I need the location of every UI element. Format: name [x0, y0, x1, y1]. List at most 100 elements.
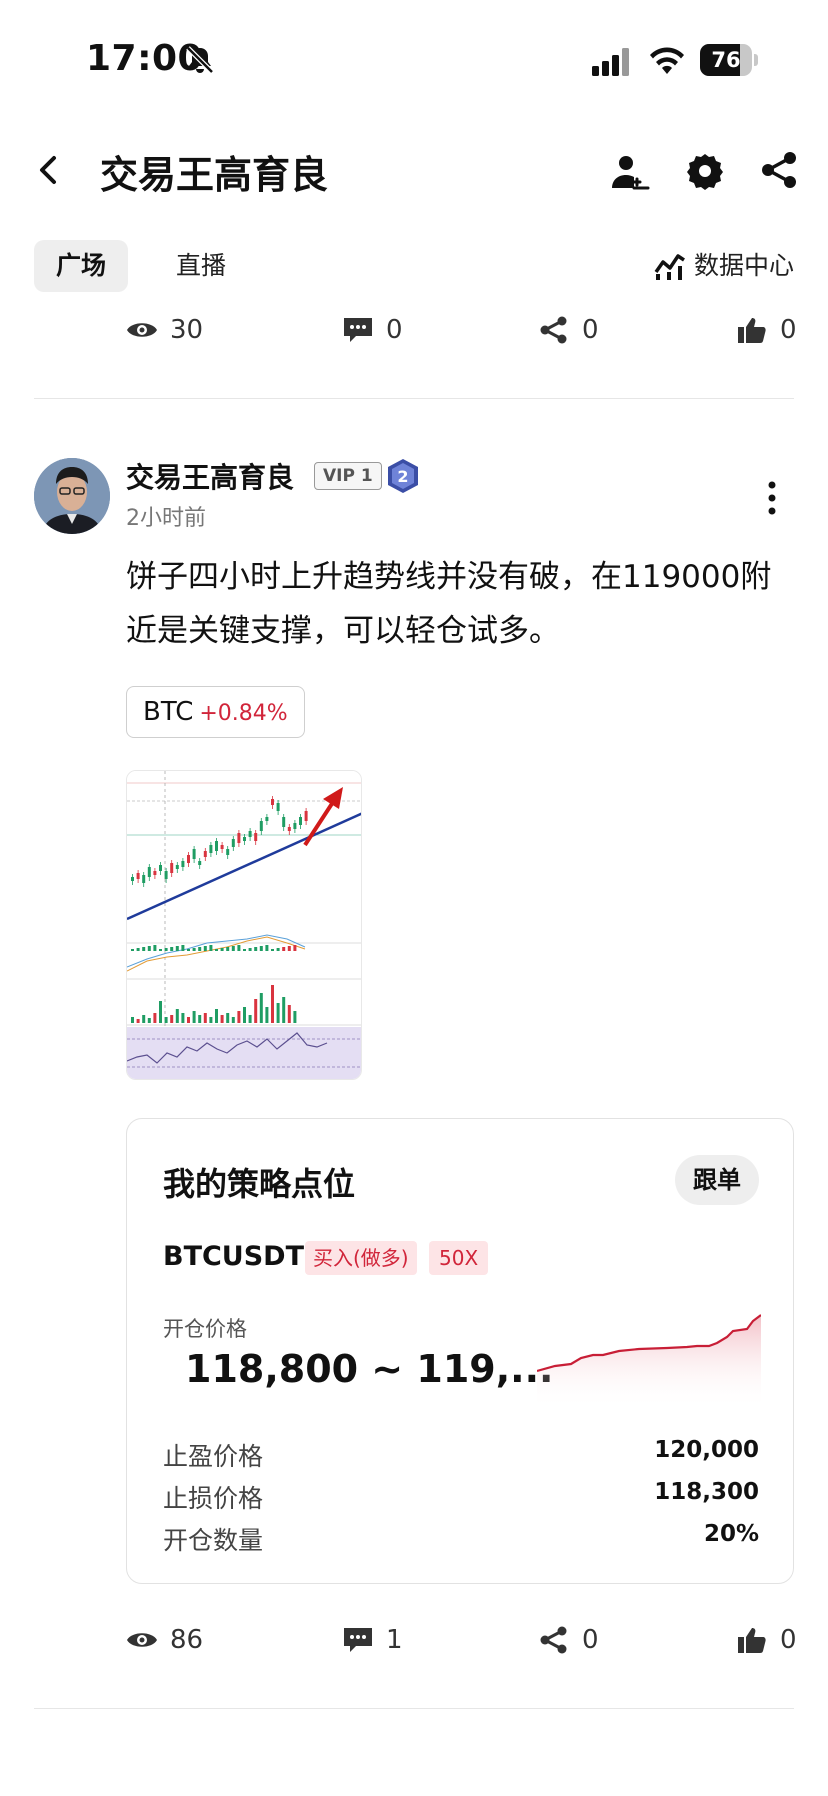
chart-image[interactable] [126, 770, 362, 1080]
volume-bar [164, 1017, 168, 1023]
like-count[interactable]: 0 [736, 1620, 797, 1660]
volume-bar [259, 993, 263, 1023]
candle-body [175, 865, 179, 869]
candle-body [147, 867, 151, 877]
macd-bar [265, 945, 269, 951]
gear-icon[interactable] [686, 152, 724, 190]
take-profit-label: 止盈价格 [163, 1442, 264, 1471]
signal-icon [592, 48, 629, 76]
data-center-link[interactable]: 数据中心 [654, 240, 794, 292]
macd-bar [226, 947, 230, 951]
candle-body [203, 851, 207, 857]
macd-bar [287, 946, 291, 951]
macd-bar [187, 949, 190, 951]
more-options-icon[interactable] [762, 478, 782, 518]
share-count-value: 0 [582, 315, 599, 345]
macd-bar [131, 949, 134, 951]
post-timestamp: 2小时前 [126, 506, 206, 531]
macd-bar [276, 948, 280, 951]
volume-bar [265, 1007, 269, 1023]
share-icon[interactable] [760, 150, 798, 190]
tab-square[interactable]: 广场 [34, 240, 129, 292]
copy-trade-button[interactable]: 跟单 [675, 1155, 759, 1205]
share-count[interactable]: 0 [538, 1620, 599, 1660]
candle-body [153, 871, 157, 875]
candlestick-chart-image [127, 771, 361, 1079]
macd-bar [136, 948, 140, 951]
macd-bar [159, 949, 162, 951]
post-stats: 86 1 0 0 [126, 1620, 797, 1660]
candle-body [136, 873, 140, 879]
macd-bar [192, 948, 196, 951]
candle-body [248, 831, 252, 837]
like-count-value: 0 [780, 1625, 797, 1655]
volume-bar [231, 1017, 235, 1023]
share-count[interactable]: 0 [538, 310, 599, 350]
candle-body [181, 861, 185, 867]
author-name[interactable]: 交易王高育良 [126, 456, 294, 496]
macd-bar [293, 945, 297, 951]
view-count-value: 86 [170, 1625, 204, 1655]
comment-count[interactable]: 1 [342, 1620, 403, 1660]
divider [34, 1708, 794, 1709]
avatar[interactable] [34, 458, 110, 534]
comment-icon [344, 1628, 372, 1652]
coin-tag[interactable]: BTC +0.84% [126, 686, 305, 738]
candle-body [192, 849, 196, 859]
volume-bar [215, 1009, 218, 1023]
macd-bar [248, 948, 252, 951]
volume-bar [248, 1015, 252, 1023]
candle-body [159, 865, 162, 871]
candle-body [220, 845, 224, 849]
volume-bar [153, 1013, 157, 1023]
stop-loss-row: 止损价格 118,300 [163, 1479, 759, 1513]
tab-bar: 广场 直播 数据中心 [34, 240, 794, 292]
candle-body [131, 877, 134, 881]
volume-bar [203, 1013, 207, 1023]
back-arrow-icon[interactable] [34, 152, 64, 188]
position-size-value: 20% [703, 1521, 759, 1547]
volume-bar [142, 1015, 146, 1023]
eye-icon [127, 323, 157, 337]
level-number: 2 [397, 467, 408, 486]
macd-bar [170, 947, 174, 951]
volume-bar [209, 1017, 213, 1023]
candle-body [243, 837, 246, 841]
position-size-label: 开仓数量 [163, 1526, 264, 1555]
tab-live[interactable]: 直播 [154, 240, 248, 292]
share-icon [540, 1626, 567, 1654]
top-nav: 交易王高育良 [0, 130, 828, 210]
volume-bar [170, 1015, 174, 1023]
macd-bar [254, 947, 258, 951]
status-bar: 17:00 76 [0, 0, 828, 120]
position-size-row: 开仓数量 20% [163, 1521, 759, 1555]
battery-indicator: 76 [700, 44, 758, 76]
volume-bar [181, 1013, 185, 1023]
like-count-value: 0 [780, 315, 797, 345]
macd-bar [209, 945, 213, 951]
prev-post-stats: 30 0 0 0 [126, 310, 797, 350]
candle-body [231, 839, 235, 847]
comment-icon [344, 318, 372, 342]
thumbs-up-icon [738, 1628, 766, 1653]
volume-bar [237, 1011, 241, 1023]
macd-bar [164, 948, 168, 951]
macd-bar [142, 947, 146, 951]
view-count[interactable]: 86 [126, 1620, 203, 1660]
leverage-tag: 50X [429, 1241, 489, 1275]
take-profit-row: 止盈价格 120,000 [163, 1437, 759, 1471]
candle-body [304, 811, 308, 821]
view-count[interactable]: 30 [126, 310, 203, 350]
candle-body [265, 817, 269, 821]
macd-bar [237, 945, 241, 951]
comment-count[interactable]: 0 [342, 310, 403, 350]
share-count-value: 0 [582, 1625, 599, 1655]
candle-body [170, 863, 174, 873]
macd-bar [215, 949, 218, 951]
volume-bar [226, 1013, 230, 1023]
volume-bar [254, 999, 258, 1023]
like-count[interactable]: 0 [736, 310, 797, 350]
candle-body [142, 875, 146, 883]
user-follow-icon[interactable] [610, 152, 650, 192]
candle-body [237, 833, 241, 843]
